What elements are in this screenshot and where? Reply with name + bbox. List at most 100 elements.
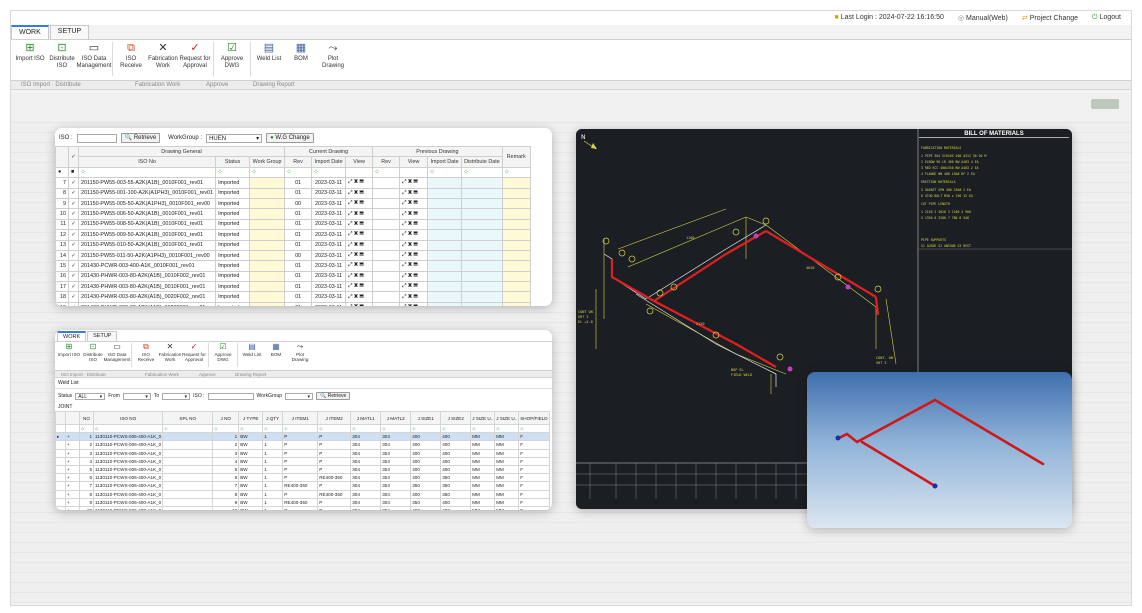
table-row[interactable]: ▸ +1 1130110-PCWS-006-400-A1K_0 1 BW 1 P P 304 30…: [55, 432, 550, 442]
manual-link[interactable]: ◎ Manual(Web): [958, 14, 1008, 22]
view-icons[interactable]: ⤢ ▣ ▤: [399, 281, 429, 293]
filter-icon[interactable]: ⬦: [501, 166, 531, 179]
column-header[interactable]: SHOP/FIELD: [518, 411, 550, 425]
view-icons[interactable]: ⤢ ▣ ▤: [399, 229, 429, 241]
table-row[interactable]: +4 1130110-PCWS-006-400-A1K_0 4 BW 1 P P 304 304…: [55, 456, 550, 466]
filter-icon[interactable]: ⬦: [461, 166, 503, 179]
view-icons[interactable]: ⤢ ▣ ▤: [399, 291, 429, 303]
row-checkbox[interactable]: ✓: [68, 218, 79, 231]
table-row[interactable]: 16 ✓ 201430-PHWR-003-80-A2K(A1B)_0010F002_…: [55, 270, 531, 283]
view-icons[interactable]: ⤢ ▣ ▤: [399, 197, 429, 210]
select-all-checkbox[interactable]: ✓: [68, 146, 79, 168]
row-checkbox[interactable]: ✓: [68, 239, 79, 251]
table-row[interactable]: +3 1130110-PCWS-006-400-A1K_0 3 BW 1 P P 304 304…: [55, 448, 550, 458]
column-header[interactable]: J ITEM1: [282, 411, 319, 425]
filter-icon[interactable]: ⬦: [284, 166, 313, 179]
table-row[interactable]: 18 ✓ 201430-PHWR-003-80-A2K(A1B)_0020F002_…: [55, 291, 531, 303]
row-checkbox[interactable]: ✓: [68, 197, 79, 210]
weld-retrieve-button[interactable]: 🔍 Retrieve: [316, 392, 351, 400]
column-header[interactable]: ISO NO: [92, 411, 164, 425]
column-header[interactable]: J SIZE U..: [494, 411, 520, 425]
expand-icon[interactable]: +: [65, 481, 80, 491]
filter-icon[interactable]: ⬦: [92, 423, 164, 434]
filter-icon[interactable]: ⬦: [350, 423, 382, 434]
mini-fabrication-work-button[interactable]: ✕ Fabrication Work: [158, 343, 182, 369]
row-checkbox[interactable]: ✓: [68, 260, 79, 272]
iso-receive-button[interactable]: ⧉ ISO Receive: [115, 42, 147, 76]
row-checkbox[interactable]: ✓: [68, 270, 79, 283]
filter-icon[interactable]: ⬦: [380, 423, 412, 434]
weld-list-button[interactable]: ▤ Weld List: [253, 42, 285, 76]
view-icons[interactable]: ⤢ ▣ ▤: [399, 249, 429, 262]
filter-icon[interactable]: ⬦: [215, 166, 251, 179]
row-checkbox[interactable]: ✓: [68, 177, 79, 189]
mini-iso-receive-button[interactable]: ⧉ ISO Receive: [134, 343, 158, 369]
table-row[interactable]: 10 ✓ 201150-PW55-006-50-A2K(A1B)_0010F001_…: [55, 208, 531, 220]
filter-icon[interactable]: ⬦: [311, 166, 347, 179]
column-header[interactable]: J QTY: [262, 411, 284, 425]
filter-icon[interactable]: ⬦: [440, 423, 472, 434]
column-header[interactable]: J NO: [212, 411, 240, 425]
row-checkbox[interactable]: ✓: [68, 281, 79, 293]
filter-icon[interactable]: ⬦: [317, 423, 352, 434]
mini-approve-dwg-button[interactable]: ☑ Approve DWG: [211, 343, 235, 369]
row-checkbox[interactable]: ✓: [68, 291, 79, 303]
approve-dwg-button[interactable]: ☑ Approve DWG: [216, 42, 248, 76]
iso-data-management-button[interactable]: ▭ ISO Data Management: [76, 42, 111, 76]
table-row[interactable]: 14 ✓ 201150-PW55-011-50-A2K(A1PH3)_0010F00…: [55, 249, 531, 262]
column-header[interactable]: J MATL1: [350, 411, 382, 425]
row-checkbox[interactable]: ✓: [68, 187, 79, 199]
view-icons[interactable]: ⤢ ▣ ▤: [345, 249, 374, 262]
view-icons[interactable]: ⤢ ▣ ▤: [399, 301, 429, 306]
filter-icon[interactable]: ⬦: [494, 423, 520, 434]
iso-search-input[interactable]: [76, 133, 117, 143]
expand-icon[interactable]: +: [65, 497, 80, 507]
view-icons[interactable]: ⤢ ▣ ▤: [399, 270, 429, 283]
table-row[interactable]: 12 ✓ 201150-PW55-009-50-A2K(A1B)_0010F001_…: [55, 229, 531, 241]
retrieve-button[interactable]: 🔍 Retrieve: [120, 133, 161, 143]
expand-icon[interactable]: +: [65, 456, 80, 466]
weld-workgroup-select[interactable]: ▾: [285, 392, 314, 400]
column-header[interactable]: J SIZE1: [410, 411, 442, 425]
table-row[interactable]: +8 1130110-PCWS-006-400-A1K_0 8 BW 1 P RE400-3…: [55, 489, 550, 499]
filter-icon[interactable]: ⬦: [518, 423, 550, 434]
plot-drawing-button[interactable]: ⤳ Plot Drawing: [317, 42, 349, 76]
view-icons[interactable]: ⤢ ▣ ▤: [345, 218, 374, 231]
logout-link[interactable]: ⏻ Logout: [1092, 14, 1121, 22]
table-row[interactable]: +5 1130110-PCWS-006-400-A1K_0 5 BW 1 P P 304 304…: [55, 464, 550, 475]
view-icons[interactable]: ⤢ ▣ ▤: [345, 270, 374, 283]
filter-icon[interactable]: ⬦: [372, 166, 401, 179]
filter-icon[interactable]: ⬦: [249, 166, 286, 179]
column-header[interactable]: J TYPE: [238, 411, 264, 425]
table-row[interactable]: 7 ✓ 201150-PW55-003-55-A2K(A1B)_0010F001_r…: [55, 177, 531, 189]
table-row[interactable]: +101130110-PCWS-006-400-A1K_010BW1PP3043…: [55, 505, 550, 510]
mini-weld-list-button[interactable]: ▤ Weld List: [240, 343, 264, 369]
status-select[interactable]: ALL ▾: [75, 392, 106, 400]
3d-pipe-viewer[interactable]: [807, 372, 1072, 528]
table-row[interactable]: 9 ✓ 201150-PW55-005-50-A2K(A1PH3)_0010F001…: [55, 197, 531, 210]
view-icons[interactable]: ⤢ ▣ ▤: [345, 239, 374, 251]
table-row[interactable]: 19✓201430-PHWR-003-80-A2K(A1B)_0020F001_…: [55, 301, 531, 306]
table-row[interactable]: +6 1130110-PCWS-006-400-A1K_0 6 BW 1 P RE400-3…: [55, 473, 550, 483]
row-checkbox[interactable]: ✓: [68, 208, 79, 220]
mini-request-for-approval-button[interactable]: ✓ Request for Approval: [182, 343, 206, 369]
tab-setup[interactable]: SETUP: [49, 25, 90, 39]
table-row[interactable]: +9 1130110-PCWS-006-400-A1K_0 9 BW 1 RE400-35…: [55, 497, 550, 507]
view-icons[interactable]: ⤢ ▣ ▤: [345, 281, 374, 293]
filter-icon[interactable]: ⬦: [162, 423, 214, 434]
import-iso-button[interactable]: ⊞ Import ISO: [14, 42, 46, 76]
row-checkbox[interactable]: ✓: [68, 229, 79, 241]
filter-icon[interactable]: ⬦: [238, 423, 264, 434]
table-row[interactable]: +7 1130110-PCWS-006-400-A1K_0 7 BW 1 RE400-35…: [55, 481, 550, 491]
from-date-input[interactable]: ▾: [122, 392, 151, 400]
column-header[interactable]: NO: [79, 411, 94, 425]
column-header[interactable]: J ITEM2: [317, 411, 352, 425]
fabrication-work-button[interactable]: ✕ Fabrication Work: [147, 42, 179, 76]
view-icons[interactable]: ⤢ ▣ ▤: [399, 208, 429, 220]
view-icons[interactable]: ⤢ ▣ ▤: [345, 301, 374, 306]
expand-icon[interactable]: +: [65, 432, 80, 442]
to-date-input[interactable]: ▾: [162, 392, 191, 400]
table-row[interactable]: 11 ✓ 201150-PW55-008-50-A2K(A1B)_0010F001_…: [55, 218, 531, 231]
weld-iso-input[interactable]: [207, 392, 254, 400]
mini-bom-button[interactable]: ▦ BOM: [264, 343, 288, 369]
